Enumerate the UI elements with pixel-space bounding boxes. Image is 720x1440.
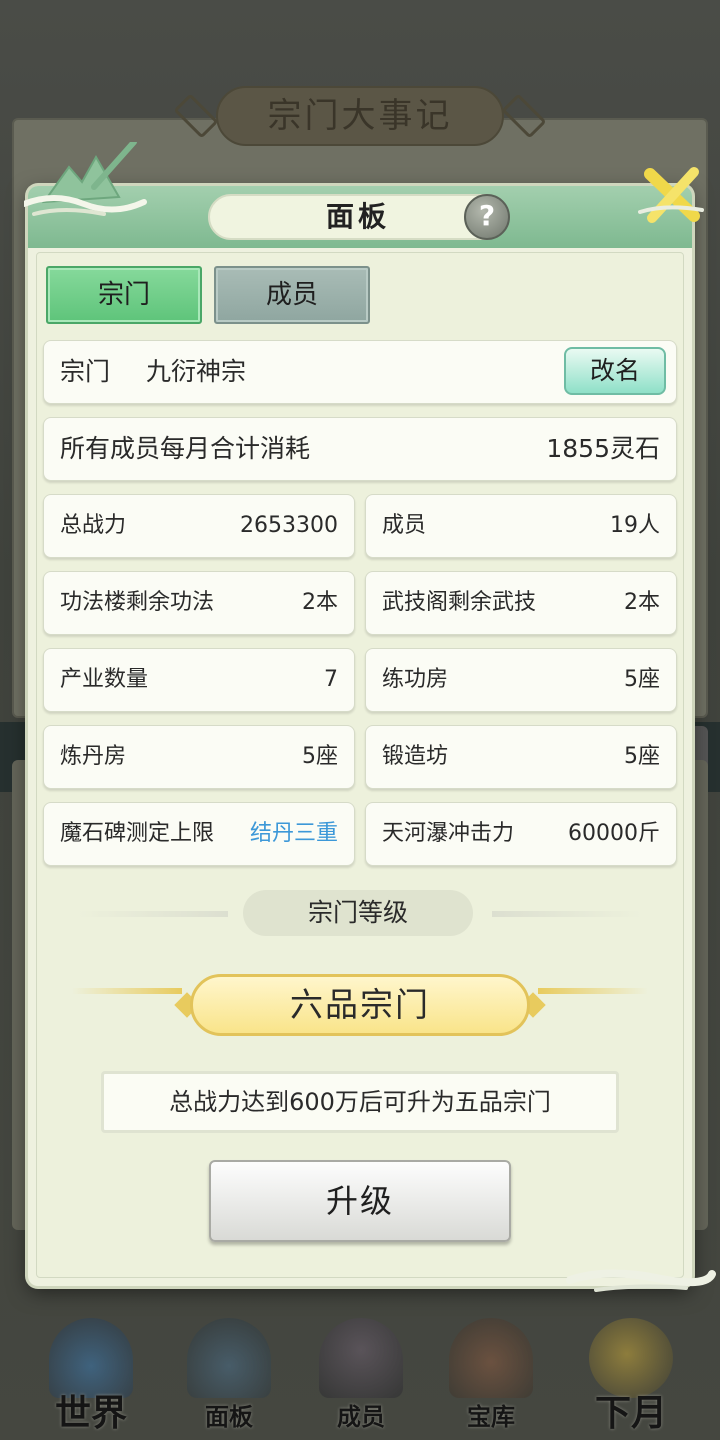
cloud-ornament-icon xyxy=(566,1269,716,1292)
stat-value: 7 xyxy=(324,667,338,692)
stat-card: 练功房 5座 xyxy=(365,648,677,712)
panel-gate-icon xyxy=(187,1318,271,1398)
nav-item-treasury[interactable]: 宝库 xyxy=(426,1300,556,1440)
stat-card: 功法楼剩余功法 2本 xyxy=(43,571,355,635)
tab-sect[interactable]: 宗门 xyxy=(46,266,202,324)
sect-label: 宗门 xyxy=(60,357,111,386)
stat-label: 练功房 xyxy=(382,667,449,692)
stat-label: 总战力 xyxy=(60,513,127,538)
stat-label: 产业数量 xyxy=(60,667,149,692)
nav-label-world: 世界 xyxy=(54,1392,127,1434)
stat-value: 5座 xyxy=(624,667,660,692)
stat-value: 2653300 xyxy=(240,513,338,538)
sect-rank-badge: 六品宗门 xyxy=(190,974,530,1036)
stat-card: 产业数量 7 xyxy=(43,648,355,712)
question-mark-icon[interactable]: ? xyxy=(464,194,510,240)
dialog-title: 面板 xyxy=(208,194,508,240)
stat-value-highlight: 结丹三重 xyxy=(249,821,338,846)
background-title: 宗门大事记 xyxy=(216,86,504,146)
stat-card: 成员 19人 xyxy=(365,494,677,558)
nav-item-world[interactable]: 世界 xyxy=(26,1300,156,1440)
nav-label-members: 成员 xyxy=(337,1402,385,1431)
divider-ornament-left xyxy=(78,911,228,917)
nav-label-treasury: 宝库 xyxy=(467,1402,515,1431)
sect-name: 九衍神宗 xyxy=(146,357,247,386)
member-figure-icon xyxy=(319,1318,403,1398)
monthly-cost-label: 所有成员每月合计消耗 xyxy=(60,434,311,463)
mountain-sword-ornament-icon xyxy=(24,142,147,216)
treasury-pagoda-icon xyxy=(449,1318,533,1398)
nav-label-next-month: 下月 xyxy=(594,1392,667,1434)
bottom-nav: 世界 面板 成员 宝库 下月 xyxy=(0,1300,720,1440)
stat-label: 功法楼剩余功法 xyxy=(60,590,215,615)
sect-level-header: 宗门等级 xyxy=(243,890,473,936)
stat-label: 武技阁剩余武技 xyxy=(382,590,537,615)
stat-value: 5座 xyxy=(624,744,660,769)
tab-members[interactable]: 成员 xyxy=(214,266,370,324)
divider-ornament-right xyxy=(492,911,642,917)
sect-name-row: 宗门 九衍神宗 改名 xyxy=(43,340,677,404)
rank-wing-left xyxy=(72,988,182,994)
nav-item-panel[interactable]: 面板 xyxy=(164,1300,294,1440)
stat-value: 5座 xyxy=(302,744,338,769)
stat-card: 魔石碑测定上限 结丹三重 xyxy=(43,802,355,866)
stat-label: 锻造坊 xyxy=(382,744,449,769)
stat-value: 19人 xyxy=(610,513,660,538)
nav-label-panel: 面板 xyxy=(205,1402,253,1431)
stat-value: 60000斤 xyxy=(568,821,660,846)
rank-wing-right xyxy=(538,988,648,994)
stat-card: 锻造坊 5座 xyxy=(365,725,677,789)
nav-item-members[interactable]: 成员 xyxy=(296,1300,426,1440)
stat-label: 魔石碑测定上限 xyxy=(60,821,215,846)
monthly-cost-row: 所有成员每月合计消耗 1855灵石 xyxy=(43,417,677,481)
rename-button[interactable]: 改名 xyxy=(564,347,666,395)
stat-card: 总战力 2653300 xyxy=(43,494,355,558)
stat-label: 天河瀑冲击力 xyxy=(382,821,515,846)
stat-card: 炼丹房 5座 xyxy=(43,725,355,789)
stat-label: 炼丹房 xyxy=(60,744,127,769)
sect-panel-dialog: 面板 ? 宗门 成员 宗门 九衍神宗 改名 所有成员每月合计消耗 1855灵石 … xyxy=(24,142,716,1292)
close-x-icon[interactable] xyxy=(636,160,706,230)
monthly-cost-value: 1855灵石 xyxy=(546,434,660,463)
upgrade-button[interactable]: 升级 xyxy=(209,1160,511,1242)
stat-value: 2本 xyxy=(302,590,338,615)
stat-label: 成员 xyxy=(382,513,427,538)
upgrade-condition: 总战力达到600万后可升为五品宗门 xyxy=(101,1071,619,1133)
stat-card: 武技阁剩余武技 2本 xyxy=(365,571,677,635)
nav-item-next-month[interactable]: 下月 xyxy=(566,1300,696,1440)
stat-value: 2本 xyxy=(624,590,660,615)
stat-card: 天河瀑冲击力 60000斤 xyxy=(365,802,677,866)
